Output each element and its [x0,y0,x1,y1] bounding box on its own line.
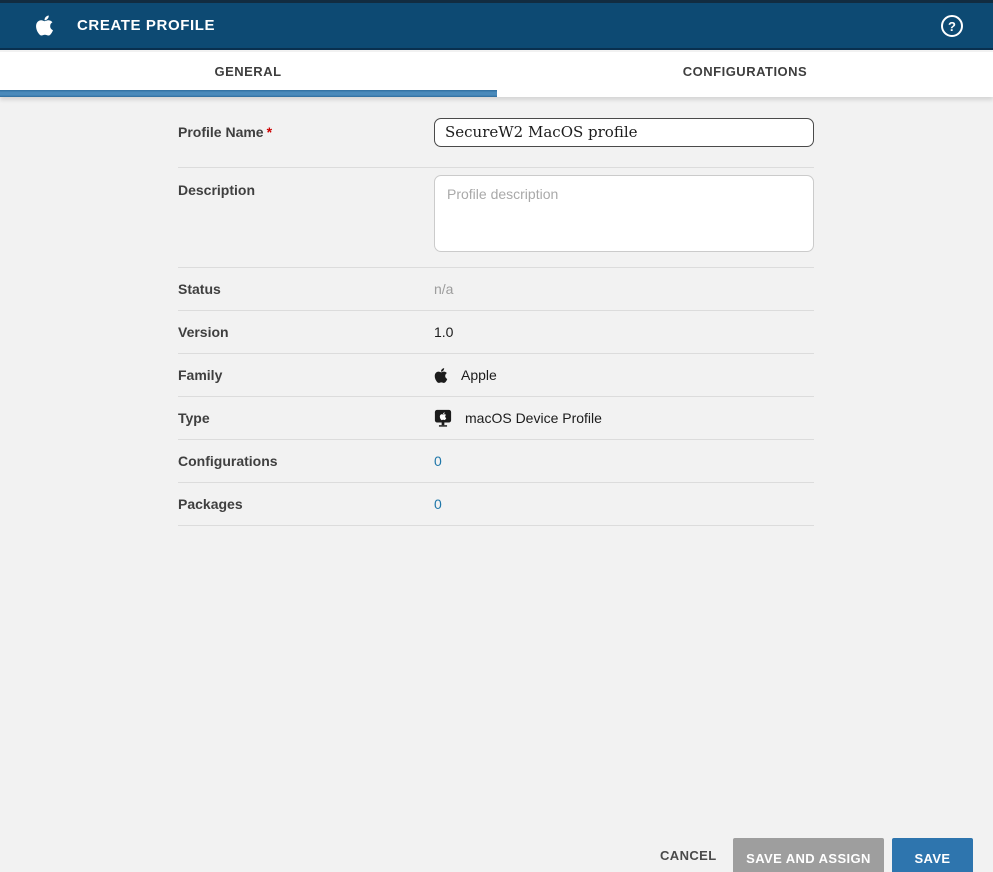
version-row: Version 1.0 [178,311,814,354]
packages-count-link[interactable]: 0 [434,496,442,512]
configurations-label: Configurations [178,453,434,469]
description-row: Description [178,168,814,268]
version-value: 1.0 [434,324,453,340]
header-bar: CREATE PROFILE ? [0,3,993,50]
apple-logo-icon [35,14,54,37]
type-label: Type [178,410,434,426]
cancel-button[interactable]: CANCEL [648,838,729,872]
required-asterisk: * [267,124,272,140]
tab-general[interactable]: GENERAL [0,52,496,90]
monitor-apple-icon [434,409,452,427]
version-label: Version [178,324,434,340]
description-textarea[interactable] [434,175,814,252]
save-and-assign-button[interactable]: SAVE AND ASSIGN [733,838,884,872]
active-tab-indicator [0,90,497,97]
status-label: Status [178,281,434,297]
configurations-row: Configurations 0 [178,440,814,483]
type-value: macOS Device Profile [465,410,602,426]
tab-configurations[interactable]: CONFIGURATIONS [497,52,993,90]
packages-row: Packages 0 [178,483,814,526]
packages-label: Packages [178,496,434,512]
profile-name-label-text: Profile Name [178,124,264,140]
status-row: Status n/a [178,268,814,311]
description-label: Description [178,182,434,198]
status-value: n/a [434,281,453,297]
save-button[interactable]: SAVE [892,838,973,872]
profile-form: Profile Name* Description Status n/a Ver… [178,97,814,526]
profile-name-row: Profile Name* [178,97,814,168]
help-icon[interactable]: ? [941,15,963,37]
footer-actions: CANCEL SAVE AND ASSIGN SAVE [0,838,993,872]
family-label: Family [178,367,434,383]
configurations-count-link[interactable]: 0 [434,453,442,469]
apple-icon [434,367,448,384]
type-row: Type macOS Device Profile [178,397,814,440]
family-row: Family Apple [178,354,814,397]
profile-name-label: Profile Name* [178,124,434,140]
profile-name-input[interactable] [434,118,814,147]
family-value: Apple [461,367,497,383]
tab-bar: GENERAL CONFIGURATIONS [0,52,993,97]
page-title: CREATE PROFILE [77,17,215,34]
